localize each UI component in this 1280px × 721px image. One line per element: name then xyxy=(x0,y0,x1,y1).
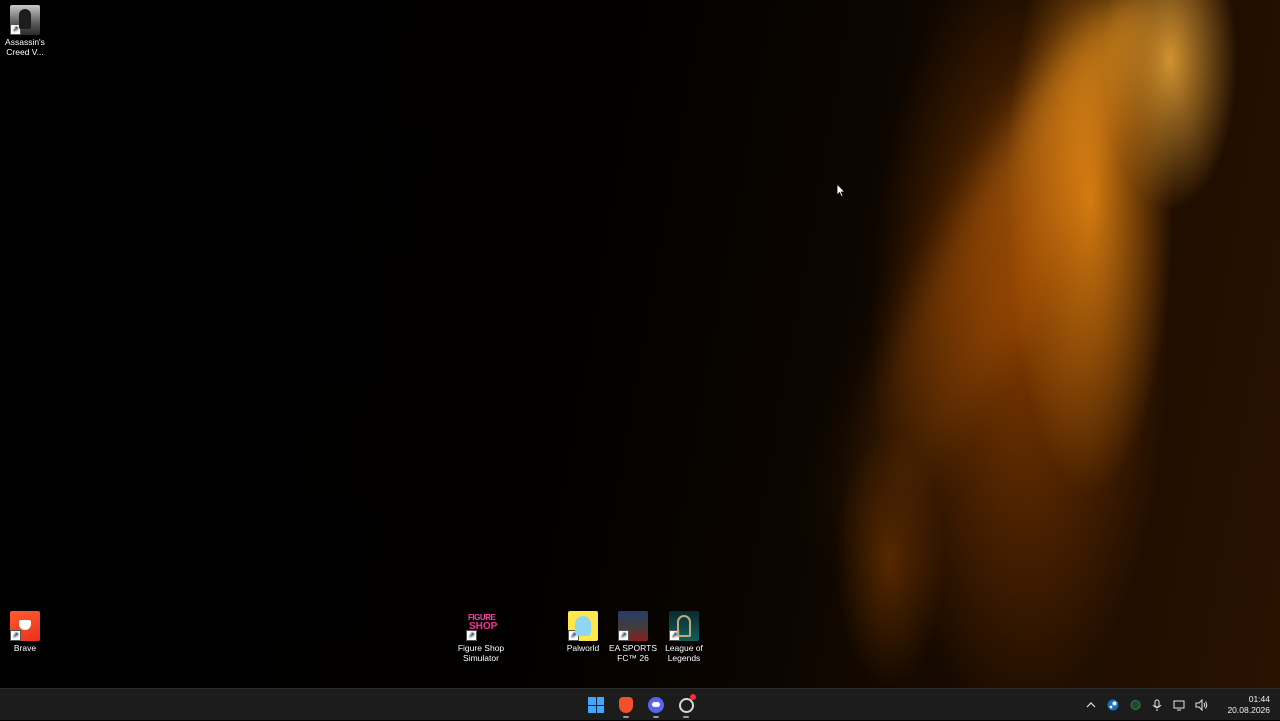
wallpaper-glow xyxy=(786,0,1184,589)
taskbar-clock[interactable]: 01:44 20.08.2026 xyxy=(1218,694,1270,716)
running-indicator xyxy=(683,716,689,718)
shortcut-arrow-icon: ↗ xyxy=(466,630,477,641)
brave-icon: ↗ xyxy=(10,611,40,641)
display-icon[interactable] xyxy=(1169,695,1189,715)
taskbar-app-button[interactable] xyxy=(674,692,698,718)
desktop-icon-label: Figure Shop Simulator xyxy=(457,643,505,663)
shield-icon[interactable] xyxy=(1125,695,1145,715)
start-button[interactable] xyxy=(584,692,608,718)
discord-icon xyxy=(648,697,664,713)
taskbar-discord-button[interactable] xyxy=(644,692,668,718)
chevron-up-icon[interactable] xyxy=(1081,695,1101,715)
running-indicator xyxy=(623,716,629,718)
clock-time: 01:44 xyxy=(1248,694,1270,704)
notification-badge xyxy=(690,694,696,700)
desktop-icon-assassins-creed[interactable]: ↗ Assassin's Creed V... xyxy=(0,5,61,57)
shortcut-arrow-icon: ↗ xyxy=(618,630,629,641)
palworld-icon: ↗ xyxy=(568,611,598,641)
desktop-icon-league-of-legends[interactable]: ↗ League of Legends xyxy=(648,611,720,663)
shortcut-arrow-icon: ↗ xyxy=(10,24,21,35)
desktop-icon-figure-shop-simulator[interactable]: FIGURE SHOP ↗ Figure Shop Simulator xyxy=(445,611,517,663)
windows-start-icon xyxy=(588,697,604,713)
shortcut-arrow-icon: ↗ xyxy=(669,630,680,641)
shortcut-arrow-icon: ↗ xyxy=(568,630,579,641)
desktop-icon-label: Brave xyxy=(13,643,37,653)
taskbar-brave-button[interactable] xyxy=(614,692,638,718)
desktop-icon-brave[interactable]: ↗ Brave xyxy=(0,611,61,653)
desktop-icon-label: Assassin's Creed V... xyxy=(5,37,45,57)
system-tray: 01:44 20.08.2026 xyxy=(1080,689,1280,721)
steam-icon[interactable] xyxy=(1103,695,1123,715)
desktop-icon-label: League of Legends xyxy=(665,643,703,663)
league-of-legends-icon: ↗ xyxy=(669,611,699,641)
clock-date: 20.08.2026 xyxy=(1227,705,1270,715)
shortcut-arrow-icon: ↗ xyxy=(10,630,21,641)
running-indicator xyxy=(653,716,659,718)
mouse-cursor-icon xyxy=(836,183,846,198)
ea-sports-fc-icon: ↗ xyxy=(618,611,648,641)
speaker-icon[interactable] xyxy=(1191,695,1211,715)
assassins-creed-icon: ↗ xyxy=(10,5,40,35)
microphone-icon[interactable] xyxy=(1147,695,1167,715)
brave-icon xyxy=(619,697,633,713)
taskbar: 01:44 20.08.2026 xyxy=(0,688,1280,720)
taskbar-pinned-apps xyxy=(584,692,698,718)
figure-shop-simulator-icon: FIGURE SHOP ↗ xyxy=(466,611,497,641)
